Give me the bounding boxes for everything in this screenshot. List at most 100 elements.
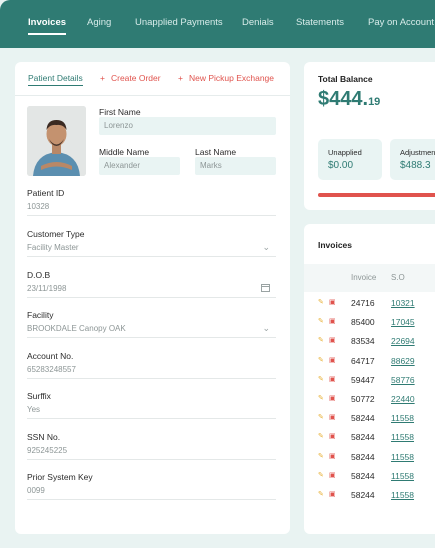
so-link[interactable]: 11558 xyxy=(391,413,414,423)
table-row: ✎ ▣ 58244 11558 xyxy=(304,487,435,506)
so-link[interactable]: 22694 xyxy=(391,336,415,346)
facility-label: Facility xyxy=(27,310,54,320)
edit-icon[interactable]: ✎ xyxy=(318,413,324,421)
prior-key-label: Prior System Key xyxy=(27,472,93,482)
ssn-field[interactable]: 925245225 xyxy=(27,442,276,460)
create-order-link[interactable]: + Create Order xyxy=(100,73,161,83)
calendar-icon[interactable] xyxy=(261,283,270,294)
last-name-field[interactable]: Marks xyxy=(195,157,276,175)
account-no-field[interactable]: 65283248557 xyxy=(27,361,276,379)
edit-icon[interactable]: ✎ xyxy=(318,452,324,460)
total-balance-title: Total Balance xyxy=(318,74,373,84)
so-link[interactable]: 17045 xyxy=(391,317,415,327)
invoice-number: 58244 xyxy=(351,413,375,424)
adjustment-label: Adjustmen xyxy=(400,148,435,157)
balance-cents: 19 xyxy=(368,96,381,108)
invoice-number: 85400 xyxy=(351,317,375,328)
so-link[interactable]: 11558 xyxy=(391,490,414,500)
chevron-down-icon: ⌄ xyxy=(262,323,270,333)
customer-type-value: Facility Master xyxy=(27,243,79,252)
dob-field[interactable]: 23/11/1998 xyxy=(27,280,276,298)
tab-unapplied-payments[interactable]: Unapplied Payments xyxy=(135,17,223,28)
invoices-table-header: Invoice S.O xyxy=(304,264,435,292)
patient-panel: Patient Details + Create Order + New Picku… xyxy=(15,62,290,534)
ssn-label: SSN No. xyxy=(27,432,61,442)
new-pickup-exchange-link[interactable]: + New Pickup Exchange xyxy=(178,73,274,83)
column-invoice: Invoice xyxy=(351,273,377,282)
edit-icon[interactable]: ✎ xyxy=(318,356,324,364)
prior-key-field[interactable]: 0099 xyxy=(27,482,276,500)
facility-value: BROOKDALE Canopy OAK xyxy=(27,324,126,333)
plus-icon: + xyxy=(178,73,183,83)
edit-icon[interactable]: ✎ xyxy=(318,298,324,306)
invoice-number: 50772 xyxy=(351,394,375,404)
trash-icon[interactable]: ▣ xyxy=(329,375,336,383)
edit-icon[interactable]: ✎ xyxy=(318,317,324,325)
trash-icon[interactable]: ▣ xyxy=(329,471,336,479)
trash-icon[interactable]: ▣ xyxy=(329,452,336,460)
invoice-number: 58244 xyxy=(351,470,375,481)
so-link[interactable]: 11558 xyxy=(391,452,414,462)
trash-icon[interactable]: ▣ xyxy=(329,432,336,440)
unapplied-value: $0.00 xyxy=(328,160,354,171)
trash-icon[interactable]: ▣ xyxy=(329,298,336,306)
invoice-number: 83534 xyxy=(351,336,375,347)
edit-icon[interactable]: ✎ xyxy=(318,471,324,479)
total-balance-card: Total Balance $444.19 Unapplied $0.00 Ad… xyxy=(304,62,435,210)
trash-icon[interactable]: ▣ xyxy=(329,356,336,364)
table-row: ✎ ▣ 58244 11558 xyxy=(304,468,435,487)
table-row: ✎ ▣ 58244 11558 xyxy=(304,429,435,448)
adjustment-chip: Adjustmen $488.3 xyxy=(390,139,435,180)
trash-icon[interactable]: ▣ xyxy=(329,317,336,325)
suffix-field[interactable]: Yes xyxy=(27,401,276,419)
so-link[interactable]: 22440 xyxy=(391,394,415,404)
trash-icon[interactable]: ▣ xyxy=(329,394,336,402)
create-order-label: Create Order xyxy=(110,73,161,83)
customer-type-label: Customer Type xyxy=(27,229,85,239)
chevron-down-icon: ⌄ xyxy=(262,242,270,252)
balance-progress-bar xyxy=(318,193,435,197)
invoices-card: Invoices Invoice S.O ✎ ▣ 24716 10321 ✎ ▣ 85400… xyxy=(304,224,435,534)
edit-icon[interactable]: ✎ xyxy=(318,490,324,498)
invoice-number: 24716 xyxy=(351,298,375,308)
dob-value: 23/11/1998 xyxy=(27,284,67,293)
middle-name-field[interactable]: Alexander xyxy=(99,157,180,175)
edit-icon[interactable]: ✎ xyxy=(318,336,324,344)
dob-label: D.O.B xyxy=(27,270,51,280)
so-link[interactable]: 10321 xyxy=(391,298,415,308)
tab-pay-on-account[interactable]: Pay on Account xyxy=(368,17,434,28)
tab-statements[interactable]: Statements xyxy=(296,17,344,28)
edit-icon[interactable]: ✎ xyxy=(318,394,324,402)
edit-icon[interactable]: ✎ xyxy=(318,375,324,383)
tab-aging[interactable]: Aging xyxy=(87,17,111,28)
patient-id-field[interactable]: 10328 xyxy=(27,198,276,216)
tab-denials[interactable]: Denials xyxy=(242,17,274,28)
patient-id-label: Patient ID xyxy=(27,188,65,198)
tab-patient-details[interactable]: Patient Details xyxy=(28,73,83,86)
table-row: ✎ ▣ 50772 22440 xyxy=(304,391,435,410)
trash-icon[interactable]: ▣ xyxy=(329,413,336,421)
trash-icon[interactable]: ▣ xyxy=(329,336,336,344)
suffix-label: Surffix xyxy=(27,391,51,401)
top-navigation: Invoices Aging Unapplied Payments Denial… xyxy=(0,0,435,48)
facility-select[interactable]: BROOKDALE Canopy OAK ⌄ xyxy=(27,320,276,338)
so-link[interactable]: 58776 xyxy=(391,375,415,385)
adjustment-value: $488.3 xyxy=(400,160,431,171)
plus-icon: + xyxy=(100,73,105,83)
trash-icon[interactable]: ▣ xyxy=(329,490,336,498)
edit-icon[interactable]: ✎ xyxy=(318,432,324,440)
invoice-number: 64717 xyxy=(351,355,375,366)
total-balance-amount: $444.19 xyxy=(318,88,380,111)
new-pickup-label: New Pickup Exchange xyxy=(188,73,275,83)
first-name-field[interactable]: Lorenzo xyxy=(99,117,276,135)
tab-invoices[interactable]: Invoices xyxy=(28,17,67,35)
table-row: ✎ ▣ 58244 11558 xyxy=(304,449,435,468)
last-name-label: Last Name xyxy=(195,147,237,157)
customer-type-select[interactable]: Facility Master ⌄ xyxy=(27,239,276,257)
so-link[interactable]: 88629 xyxy=(391,356,415,366)
balance-main: $444. xyxy=(318,88,369,110)
invoice-number: 59447 xyxy=(351,374,375,385)
invoice-number: 58244 xyxy=(351,432,375,443)
so-link[interactable]: 11558 xyxy=(391,471,414,481)
so-link[interactable]: 11558 xyxy=(391,432,414,442)
